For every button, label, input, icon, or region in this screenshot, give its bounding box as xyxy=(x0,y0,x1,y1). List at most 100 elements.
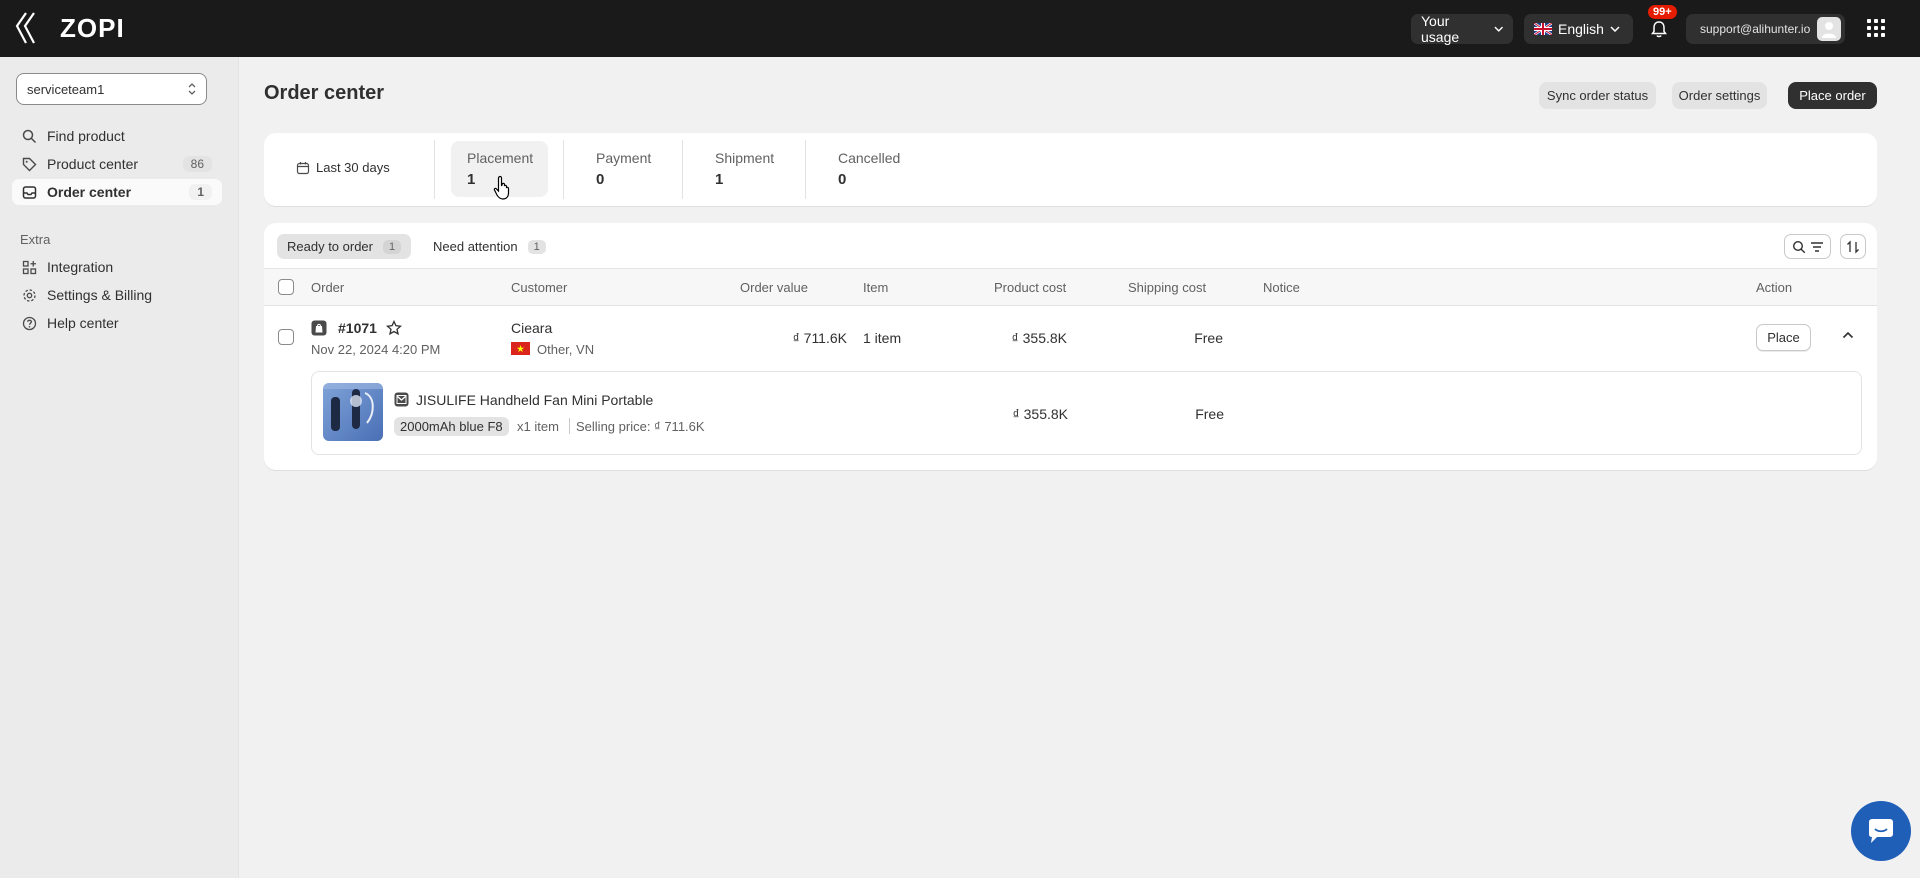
item-count: 1 item xyxy=(863,330,902,346)
stat-payment[interactable]: Payment 0 xyxy=(580,141,670,197)
filter-icon xyxy=(1810,241,1823,252)
sidebar-item-help-center[interactable]: Help center xyxy=(12,310,222,336)
apps-grid-icon[interactable] xyxy=(1865,17,1887,39)
stat-value: 0 xyxy=(838,171,847,188)
sidebar-item-label: Settings & Billing xyxy=(47,287,153,303)
zopi-logo-icon xyxy=(15,12,35,44)
notifications-button[interactable] xyxy=(1645,15,1673,43)
hand-cursor-icon xyxy=(493,175,510,200)
stat-cancelled[interactable]: Cancelled 0 xyxy=(822,141,917,197)
calendar-icon xyxy=(296,161,310,174)
usage-dropdown[interactable]: Your usage xyxy=(1411,13,1513,45)
table-header: Order Customer Order value Item Product … xyxy=(264,268,1877,306)
column-header-shipping-cost: Shipping cost xyxy=(1128,280,1207,295)
store-selector[interactable]: serviceteam1 xyxy=(16,73,207,105)
logo[interactable]: ZOPI xyxy=(14,10,125,46)
row-checkbox[interactable] xyxy=(278,329,294,345)
tab-ready-to-order[interactable]: Ready to order 1 xyxy=(277,234,412,259)
stat-shipment[interactable]: Shipment 1 xyxy=(699,141,789,197)
sidebar-item-label: Order center xyxy=(47,184,132,200)
sort-button[interactable] xyxy=(1840,234,1866,259)
tab-count: 1 xyxy=(383,239,402,254)
order-id-link[interactable]: #1071 xyxy=(338,320,377,336)
tab-need-attention[interactable]: Need attention 1 xyxy=(423,234,556,259)
bell-icon xyxy=(1651,21,1667,38)
chevron-up-icon[interactable] xyxy=(1842,331,1854,339)
sidebar-item-integration[interactable]: Integration xyxy=(12,254,222,280)
place-row-button[interactable]: Place xyxy=(1756,324,1811,351)
top-bar: ZOPI Your usage English 99+ support@alih… xyxy=(0,0,1920,57)
brand-name: ZOPI xyxy=(60,12,125,43)
user-menu[interactable]: support@alihunter.io xyxy=(1686,14,1845,44)
column-header-customer: Customer xyxy=(511,280,568,295)
store-name: serviceteam1 xyxy=(27,81,105,97)
vietnam-flag-icon xyxy=(511,342,530,355)
star-icon[interactable] xyxy=(386,320,402,336)
tab-label: Need attention xyxy=(433,239,518,254)
sidebar: serviceteam1 Find product Product center… xyxy=(0,57,239,878)
orders-card: Ready to order 1 Need attention 1 Order … xyxy=(264,223,1877,470)
line-product-cost: ₫ 355.8K xyxy=(1012,406,1068,422)
product-cost: ₫ 355.8K xyxy=(1011,330,1067,346)
page-title: Order center xyxy=(264,82,385,104)
language-label: English xyxy=(1558,21,1604,37)
order-value: ₫ 711.6K xyxy=(792,330,847,346)
avatar xyxy=(1817,17,1841,41)
column-header-order-value: Order value xyxy=(740,280,808,295)
product-title-link[interactable]: JISULIFE Handheld Fan Mini Portable xyxy=(416,392,653,408)
search-filter-button[interactable] xyxy=(1784,234,1831,259)
customer-name: Cieara xyxy=(511,320,553,336)
divider xyxy=(805,140,806,199)
sidebar-item-label: Product center xyxy=(47,156,139,172)
sidebar-item-label: Find product xyxy=(47,128,125,144)
customer-location: Other, VN xyxy=(537,342,595,357)
stat-label: Payment xyxy=(596,150,652,166)
divider xyxy=(434,140,435,199)
date-range-picker[interactable]: Last 30 days xyxy=(296,160,390,175)
order-settings-button[interactable]: Order settings xyxy=(1672,82,1767,109)
gear-icon xyxy=(23,288,36,302)
column-header-order: Order xyxy=(311,280,345,295)
product-thumbnail[interactable] xyxy=(323,383,383,441)
sort-icon xyxy=(1847,239,1859,254)
column-header-product-cost: Product cost xyxy=(994,280,1067,295)
stat-label: Shipment xyxy=(715,150,775,166)
sidebar-item-product-center[interactable]: Product center 86 xyxy=(12,151,222,177)
select-all-checkbox[interactable] xyxy=(278,279,294,295)
line-shipping-cost: Free xyxy=(1195,406,1224,422)
language-dropdown[interactable]: English xyxy=(1524,14,1633,44)
tab-count: 1 xyxy=(527,239,546,254)
order-stats-card: Last 30 days Placement 1 Payment 0 Shipm… xyxy=(264,133,1877,206)
stat-label: Placement xyxy=(467,150,534,166)
notification-badge: 99+ xyxy=(1648,5,1677,19)
date-range-label: Last 30 days xyxy=(316,160,390,175)
usage-label: Your usage xyxy=(1421,13,1460,45)
stat-value: 1 xyxy=(715,171,724,188)
search-icon xyxy=(22,129,37,143)
product-count-badge: 86 xyxy=(182,156,212,172)
sidebar-item-label: Integration xyxy=(47,259,114,275)
sidebar-item-order-center[interactable]: Order center 1 xyxy=(12,179,222,205)
shopify-bag-icon xyxy=(311,320,327,336)
place-order-button[interactable]: Place order xyxy=(1788,82,1877,109)
order-date: Nov 22, 2024 4:20 PM xyxy=(311,342,441,357)
divider xyxy=(682,140,683,199)
line-item: JISULIFE Handheld Fan Mini Portable 2000… xyxy=(311,371,1862,455)
sidebar-item-find-product[interactable]: Find product xyxy=(12,123,222,149)
selling-price: Selling price: ₫ 711.6K xyxy=(576,419,705,434)
product-image xyxy=(323,383,383,431)
sidebar-item-settings-billing[interactable]: Settings & Billing xyxy=(12,282,222,308)
shipping-cost: Free xyxy=(1194,330,1223,346)
chat-bubble-icon xyxy=(1869,819,1893,843)
chat-button[interactable] xyxy=(1851,801,1911,861)
column-header-item: Item xyxy=(863,280,889,295)
tag-icon xyxy=(22,157,37,171)
chevron-down-icon xyxy=(1493,26,1503,32)
tab-label: Ready to order xyxy=(287,239,373,254)
divider xyxy=(569,418,570,434)
sync-order-status-button[interactable]: Sync order status xyxy=(1539,82,1656,109)
aliexpress-source-icon xyxy=(394,392,409,407)
select-arrows-icon xyxy=(188,83,196,95)
help-icon xyxy=(22,316,37,330)
uk-flag-icon xyxy=(1534,23,1552,35)
